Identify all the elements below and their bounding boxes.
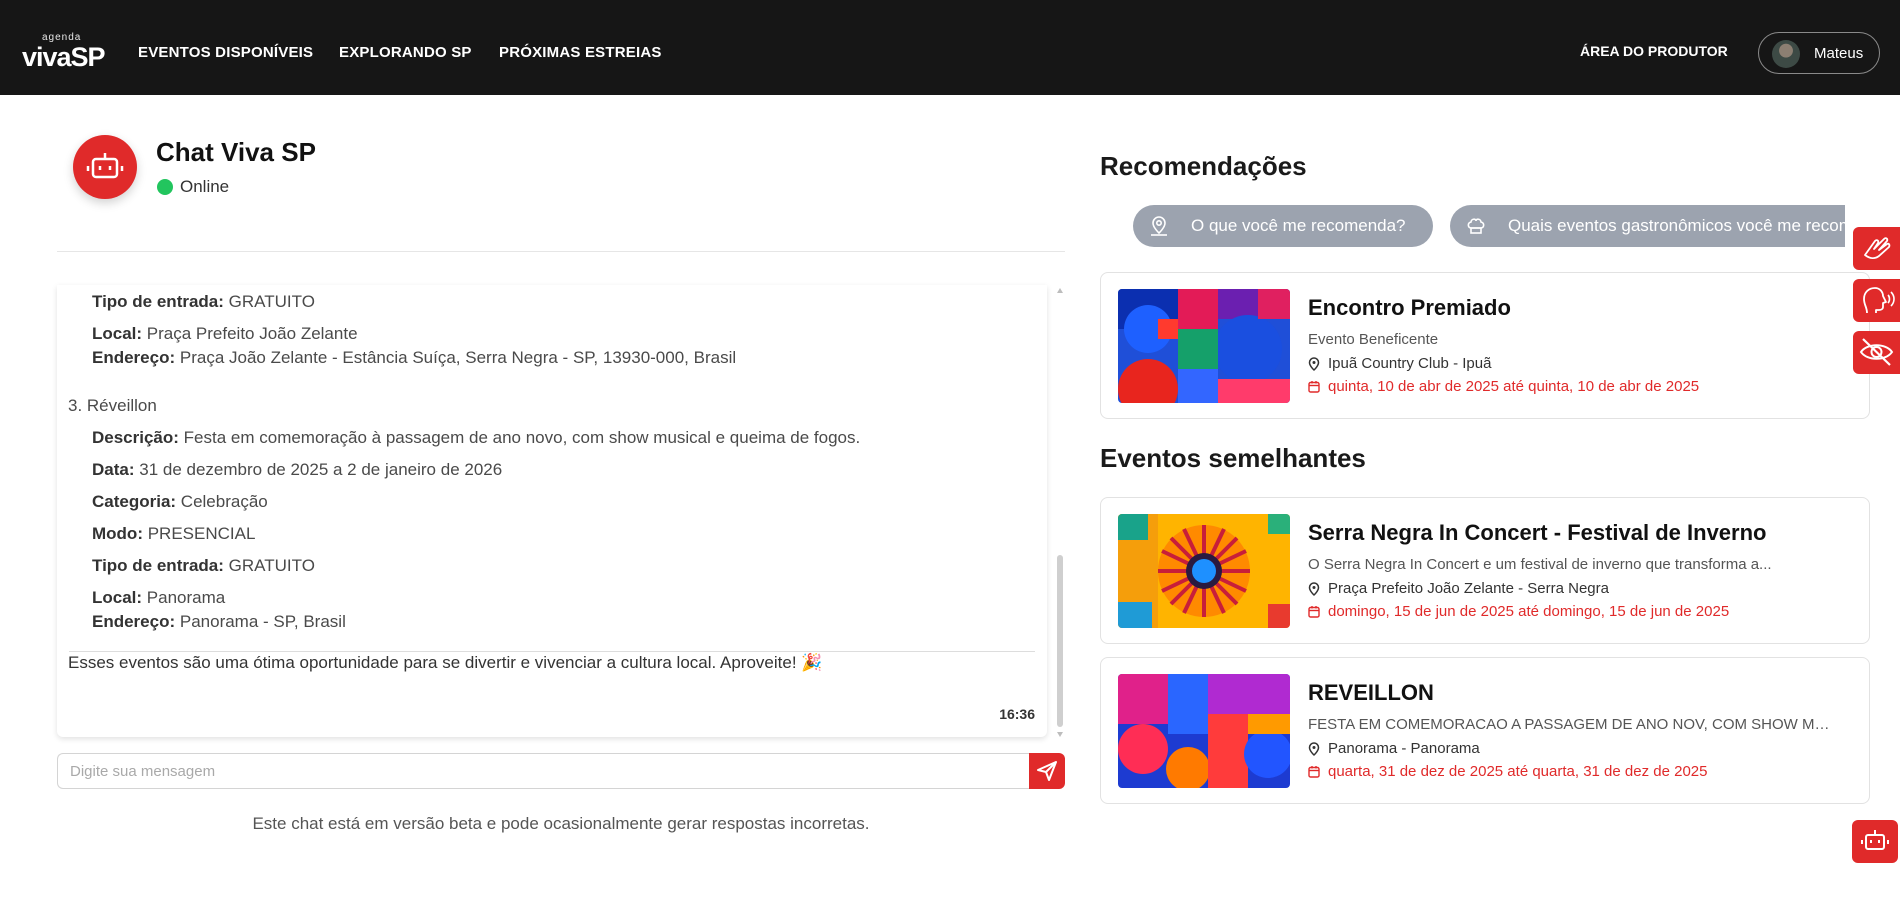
nav-link-explorando-sp[interactable]: EXPLORANDO SP <box>339 44 472 61</box>
low-vision-button[interactable] <box>1853 331 1900 374</box>
message-line: Endereço: Praça João Zelante - Estância … <box>92 348 737 367</box>
scroll-down-arrow-icon[interactable] <box>1057 732 1063 737</box>
message-line: Tipo de entrada: GRATUITO <box>92 556 315 575</box>
chat-scrollbar[interactable] <box>1055 285 1065 737</box>
logo-big-text: vivaSP <box>22 42 106 72</box>
user-name: Mateus <box>1814 45 1864 62</box>
similar-events-title: Eventos semelhantes <box>1100 443 1366 473</box>
beta-disclaimer: Este chat está em versão beta e pode oca… <box>252 814 870 833</box>
scrollbar-thumb[interactable] <box>1057 555 1063 727</box>
message-line: Endereço: Panorama - SP, Brasil <box>92 612 346 631</box>
nav-link-area-do-produtor[interactable]: ÁREA DO PRODUTOR <box>1580 43 1728 59</box>
chef-hat-icon <box>1467 218 1485 234</box>
location-pin-icon <box>1308 357 1320 371</box>
message-line: Local: Panorama <box>92 588 226 607</box>
scroll-up-arrow-icon[interactable] <box>1057 288 1063 293</box>
message-line: Modo: PRESENCIAL <box>92 524 256 543</box>
robot-icon <box>86 153 124 179</box>
event-thumbnail <box>1118 674 1290 788</box>
recommendations-title: Recomendações <box>1100 151 1307 181</box>
suggestion-chip-gastronomicos[interactable]: Quais eventos gastronômicos você me reco… <box>1450 205 1845 247</box>
chip-label: O que você me recomenda? <box>1191 216 1406 235</box>
chat-message-input[interactable] <box>57 753 1031 789</box>
suggestion-chips: O que você me recomenda? Quais eventos g… <box>1133 205 1845 247</box>
avatar <box>1772 40 1800 68</box>
calendar-icon <box>1308 766 1320 778</box>
send-icon <box>1037 761 1057 781</box>
eye-slash-icon <box>1859 338 1894 366</box>
suggestion-chip-recomenda[interactable]: O que você me recomenda? <box>1133 205 1433 247</box>
message-line: Data: 31 de dezembro de 2025 a 2 de jane… <box>92 460 503 479</box>
bot-message-bubble: Tipo de entrada: GRATUITO Local: Praça P… <box>57 285 1047 737</box>
calendar-icon <box>1308 381 1320 393</box>
message-line: Local: Praça Prefeito João Zelante <box>92 324 358 343</box>
speaking-head-icon <box>1863 287 1895 314</box>
event-description: Evento Beneficente <box>1308 331 1439 348</box>
event-thumbnail <box>1118 289 1290 403</box>
similar-event-card[interactable]: REVEILLON FESTA EM COMEMORACAO A PASSAGE… <box>1100 657 1870 804</box>
send-message-button[interactable] <box>1029 753 1065 789</box>
map-pin-icon <box>1151 216 1167 236</box>
sign-language-button[interactable] <box>1853 227 1900 270</box>
robot-icon <box>1861 830 1889 850</box>
top-navbar: agenda vivaSP EVENTOS DISPONÍVEIS EXPLOR… <box>0 0 1900 95</box>
message-timestamp: 16:36 <box>999 706 1035 722</box>
similar-event-card[interactable]: Serra Negra In Concert - Festival de Inv… <box>1100 497 1870 644</box>
recommended-event-card[interactable]: Encontro Premiado Evento Beneficente Ipu… <box>1100 272 1870 419</box>
user-menu-button[interactable]: Mateus <box>1758 32 1880 74</box>
event-title: Serra Negra In Concert - Festival de Inv… <box>1308 520 1767 545</box>
chip-label: Quais eventos gastronômicos você me reco… <box>1508 216 1845 235</box>
message-line: Categoria: Celebração <box>92 492 268 511</box>
event-title: Encontro Premiado <box>1308 295 1511 320</box>
agenda-viva-sp-logo[interactable]: agenda vivaSP <box>22 32 106 72</box>
message-closing: Esses eventos são uma ótima oportunidade… <box>68 653 823 672</box>
nav-link-proximas-estreias[interactable]: PRÓXIMAS ESTREIAS <box>499 44 662 61</box>
message-line: Descrição: Festa em comemoração à passag… <box>92 428 861 447</box>
chat-bot-avatar <box>73 135 137 199</box>
online-status-dot <box>157 179 173 195</box>
calendar-icon <box>1308 606 1320 618</box>
message-line: 3. Réveillon <box>68 396 157 415</box>
chat-title: Chat Viva SP <box>156 137 316 167</box>
event-thumbnail <box>1118 514 1290 628</box>
location-pin-icon <box>1308 742 1320 756</box>
online-status-text: Online <box>180 177 230 196</box>
message-line: Tipo de entrada: GRATUITO <box>92 292 315 311</box>
audio-description-button[interactable] <box>1853 279 1900 322</box>
event-title: REVEILLON <box>1308 680 1434 705</box>
nav-link-eventos-disponiveis[interactable]: EVENTOS DISPONÍVEIS <box>138 44 313 61</box>
event-description: FESTA EM COMEMORACAO A PASSAGEM DE ANO N… <box>1308 716 1838 733</box>
event-description: O Serra Negra In Concert e um festival d… <box>1308 556 1772 573</box>
chat-header-divider <box>57 251 1065 252</box>
floating-chat-bot-button[interactable] <box>1852 820 1898 863</box>
message-separator <box>69 651 1035 652</box>
sign-language-icon <box>1864 237 1891 260</box>
location-pin-icon <box>1308 582 1320 596</box>
